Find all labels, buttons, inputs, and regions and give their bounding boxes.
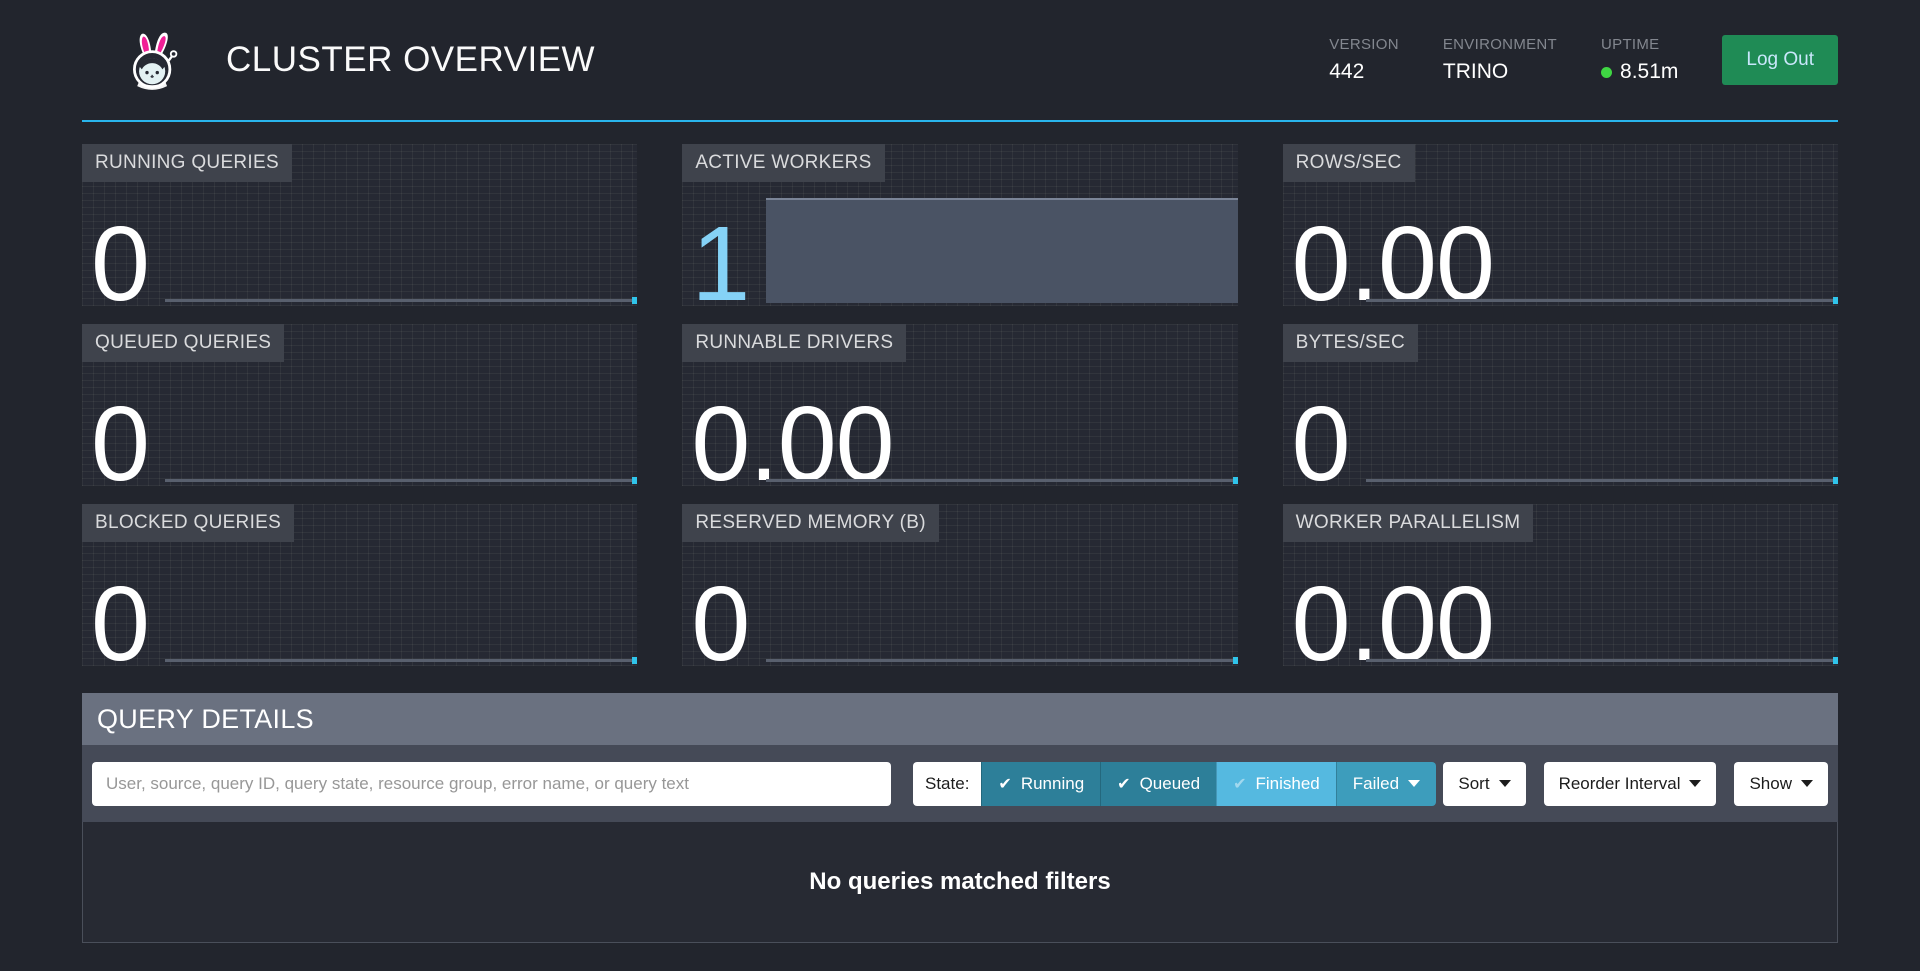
sparkline-endpoint-dot: [632, 657, 637, 664]
version-stat: VERSION 442: [1329, 36, 1399, 84]
metric-card-running-queries: RUNNING QUERIES 0: [82, 144, 637, 306]
page-content: CLUSTER OVERVIEW VERSION 442 ENVIRONMENT…: [82, 0, 1838, 943]
query-details-title: QUERY DETAILS: [97, 704, 314, 735]
state-filter-finished-label: Finished: [1255, 774, 1319, 794]
metric-value: 0: [691, 581, 749, 666]
state-filter-queued[interactable]: ✔ Queued: [1100, 762, 1216, 806]
header-right: VERSION 442 ENVIRONMENT TRINO UPTIME 8.5…: [1329, 35, 1838, 85]
state-filter-queued-label: Queued: [1140, 774, 1201, 794]
state-filter-failed-label: Failed: [1353, 774, 1399, 794]
trino-bunny-logo-icon: [126, 29, 182, 91]
metric-value: 0.00: [691, 401, 893, 486]
reorder-interval-dropdown-button[interactable]: Reorder Interval: [1544, 762, 1717, 806]
chevron-down-icon: [1801, 780, 1813, 787]
metric-label: BYTES/SEC: [1283, 324, 1418, 362]
metric-value: 0: [91, 221, 149, 306]
chevron-down-icon: [1499, 780, 1511, 787]
metric-card-bytes-per-sec: BYTES/SEC 0: [1283, 324, 1838, 486]
uptime-label: UPTIME: [1601, 36, 1678, 53]
metric-value: 0: [1292, 401, 1350, 486]
sparkline-endpoint-dot: [1233, 657, 1238, 664]
state-filter-label: State:: [913, 762, 981, 806]
state-filter-finished[interactable]: ✔ Finished: [1216, 762, 1336, 806]
metric-value: 0.00: [1292, 581, 1494, 666]
show-button-label: Show: [1749, 774, 1792, 794]
sparkline-chart: [1366, 479, 1836, 482]
metric-value: 0: [91, 401, 149, 486]
sparkline-chart: [165, 479, 635, 482]
sparkline-endpoint-dot: [1833, 657, 1838, 664]
sparkline-endpoint-dot: [1233, 477, 1238, 484]
metric-card-worker-parallelism: WORKER PARALLELISM 0.00: [1283, 504, 1838, 666]
sparkline-area-chart: [766, 198, 1238, 303]
metric-label: ACTIVE WORKERS: [682, 144, 884, 182]
metrics-grid: RUNNING QUERIES 0 ACTIVE WORKERS 1 ROWS/…: [82, 144, 1838, 666]
app-header: CLUSTER OVERVIEW VERSION 442 ENVIRONMENT…: [82, 0, 1838, 122]
metric-card-rows-per-sec: ROWS/SEC 0.00: [1283, 144, 1838, 306]
state-filter-running-label: Running: [1021, 774, 1084, 794]
sparkline-endpoint-dot: [632, 477, 637, 484]
metric-label: ROWS/SEC: [1283, 144, 1415, 182]
uptime-value: 8.51m: [1620, 60, 1678, 84]
query-filter-toolbar: State: ✔ Running ✔ Queued ✔ Finished Fai…: [82, 745, 1838, 822]
metric-card-active-workers: ACTIVE WORKERS 1: [682, 144, 1237, 306]
sparkline-chart: [165, 299, 635, 302]
version-value: 442: [1329, 60, 1399, 84]
metric-value: 0.00: [1292, 221, 1494, 306]
query-search-input[interactable]: [92, 762, 891, 806]
uptime-value-row: 8.51m: [1601, 60, 1678, 84]
metric-card-runnable-drivers: RUNNABLE DRIVERS 0.00: [682, 324, 1237, 486]
sort-dropdown-button[interactable]: Sort: [1443, 762, 1525, 806]
empty-state-message: No queries matched filters: [809, 868, 1110, 896]
sort-button-label: Sort: [1458, 774, 1489, 794]
state-filter-running[interactable]: ✔ Running: [981, 762, 1100, 806]
sparkline-chart: [165, 659, 635, 662]
sparkline-chart: [766, 659, 1236, 662]
environment-label: ENVIRONMENT: [1443, 36, 1557, 53]
sparkline-chart: [1366, 659, 1836, 662]
environment-value: TRINO: [1443, 60, 1557, 84]
metric-card-blocked-queries: BLOCKED QUERIES 0: [82, 504, 637, 666]
check-icon: ✔: [1233, 774, 1246, 794]
state-filter-failed-dropdown[interactable]: Failed: [1336, 762, 1436, 806]
metric-label: WORKER PARALLELISM: [1283, 504, 1534, 542]
chevron-down-icon: [1689, 780, 1701, 787]
metric-label: RUNNING QUERIES: [82, 144, 292, 182]
metric-value: 0: [91, 581, 149, 666]
sparkline-endpoint-dot: [1833, 477, 1838, 484]
metric-card-reserved-memory: RESERVED MEMORY (B) 0: [682, 504, 1237, 666]
check-icon: ✔: [1117, 774, 1130, 794]
environment-stat: ENVIRONMENT TRINO: [1443, 36, 1557, 84]
uptime-status-dot-icon: [1601, 67, 1612, 78]
show-dropdown-button[interactable]: Show: [1734, 762, 1828, 806]
metric-label: RESERVED MEMORY (B): [682, 504, 939, 542]
sparkline-chart: [766, 479, 1236, 482]
version-label: VERSION: [1329, 36, 1399, 53]
page-title: CLUSTER OVERVIEW: [226, 40, 595, 80]
chevron-down-icon: [1408, 780, 1420, 787]
metric-label: BLOCKED QUERIES: [82, 504, 294, 542]
metric-label: RUNNABLE DRIVERS: [682, 324, 906, 362]
reorder-interval-button-label: Reorder Interval: [1559, 774, 1681, 794]
metric-value: 1: [691, 221, 749, 306]
metric-card-queued-queries: QUEUED QUERIES 0: [82, 324, 637, 486]
state-filter-group: State: ✔ Running ✔ Queued ✔ Finished Fai…: [913, 762, 1436, 806]
logout-button[interactable]: Log Out: [1722, 35, 1838, 85]
sparkline-endpoint-dot: [1833, 297, 1838, 304]
uptime-stat: UPTIME 8.51m: [1601, 36, 1678, 84]
sparkline-endpoint-dot: [632, 297, 637, 304]
check-icon: ✔: [998, 774, 1011, 794]
sparkline-chart: [1366, 299, 1836, 302]
query-details-header: QUERY DETAILS: [82, 693, 1838, 745]
query-list-empty-panel: No queries matched filters: [82, 822, 1838, 943]
metric-label: QUEUED QUERIES: [82, 324, 284, 362]
